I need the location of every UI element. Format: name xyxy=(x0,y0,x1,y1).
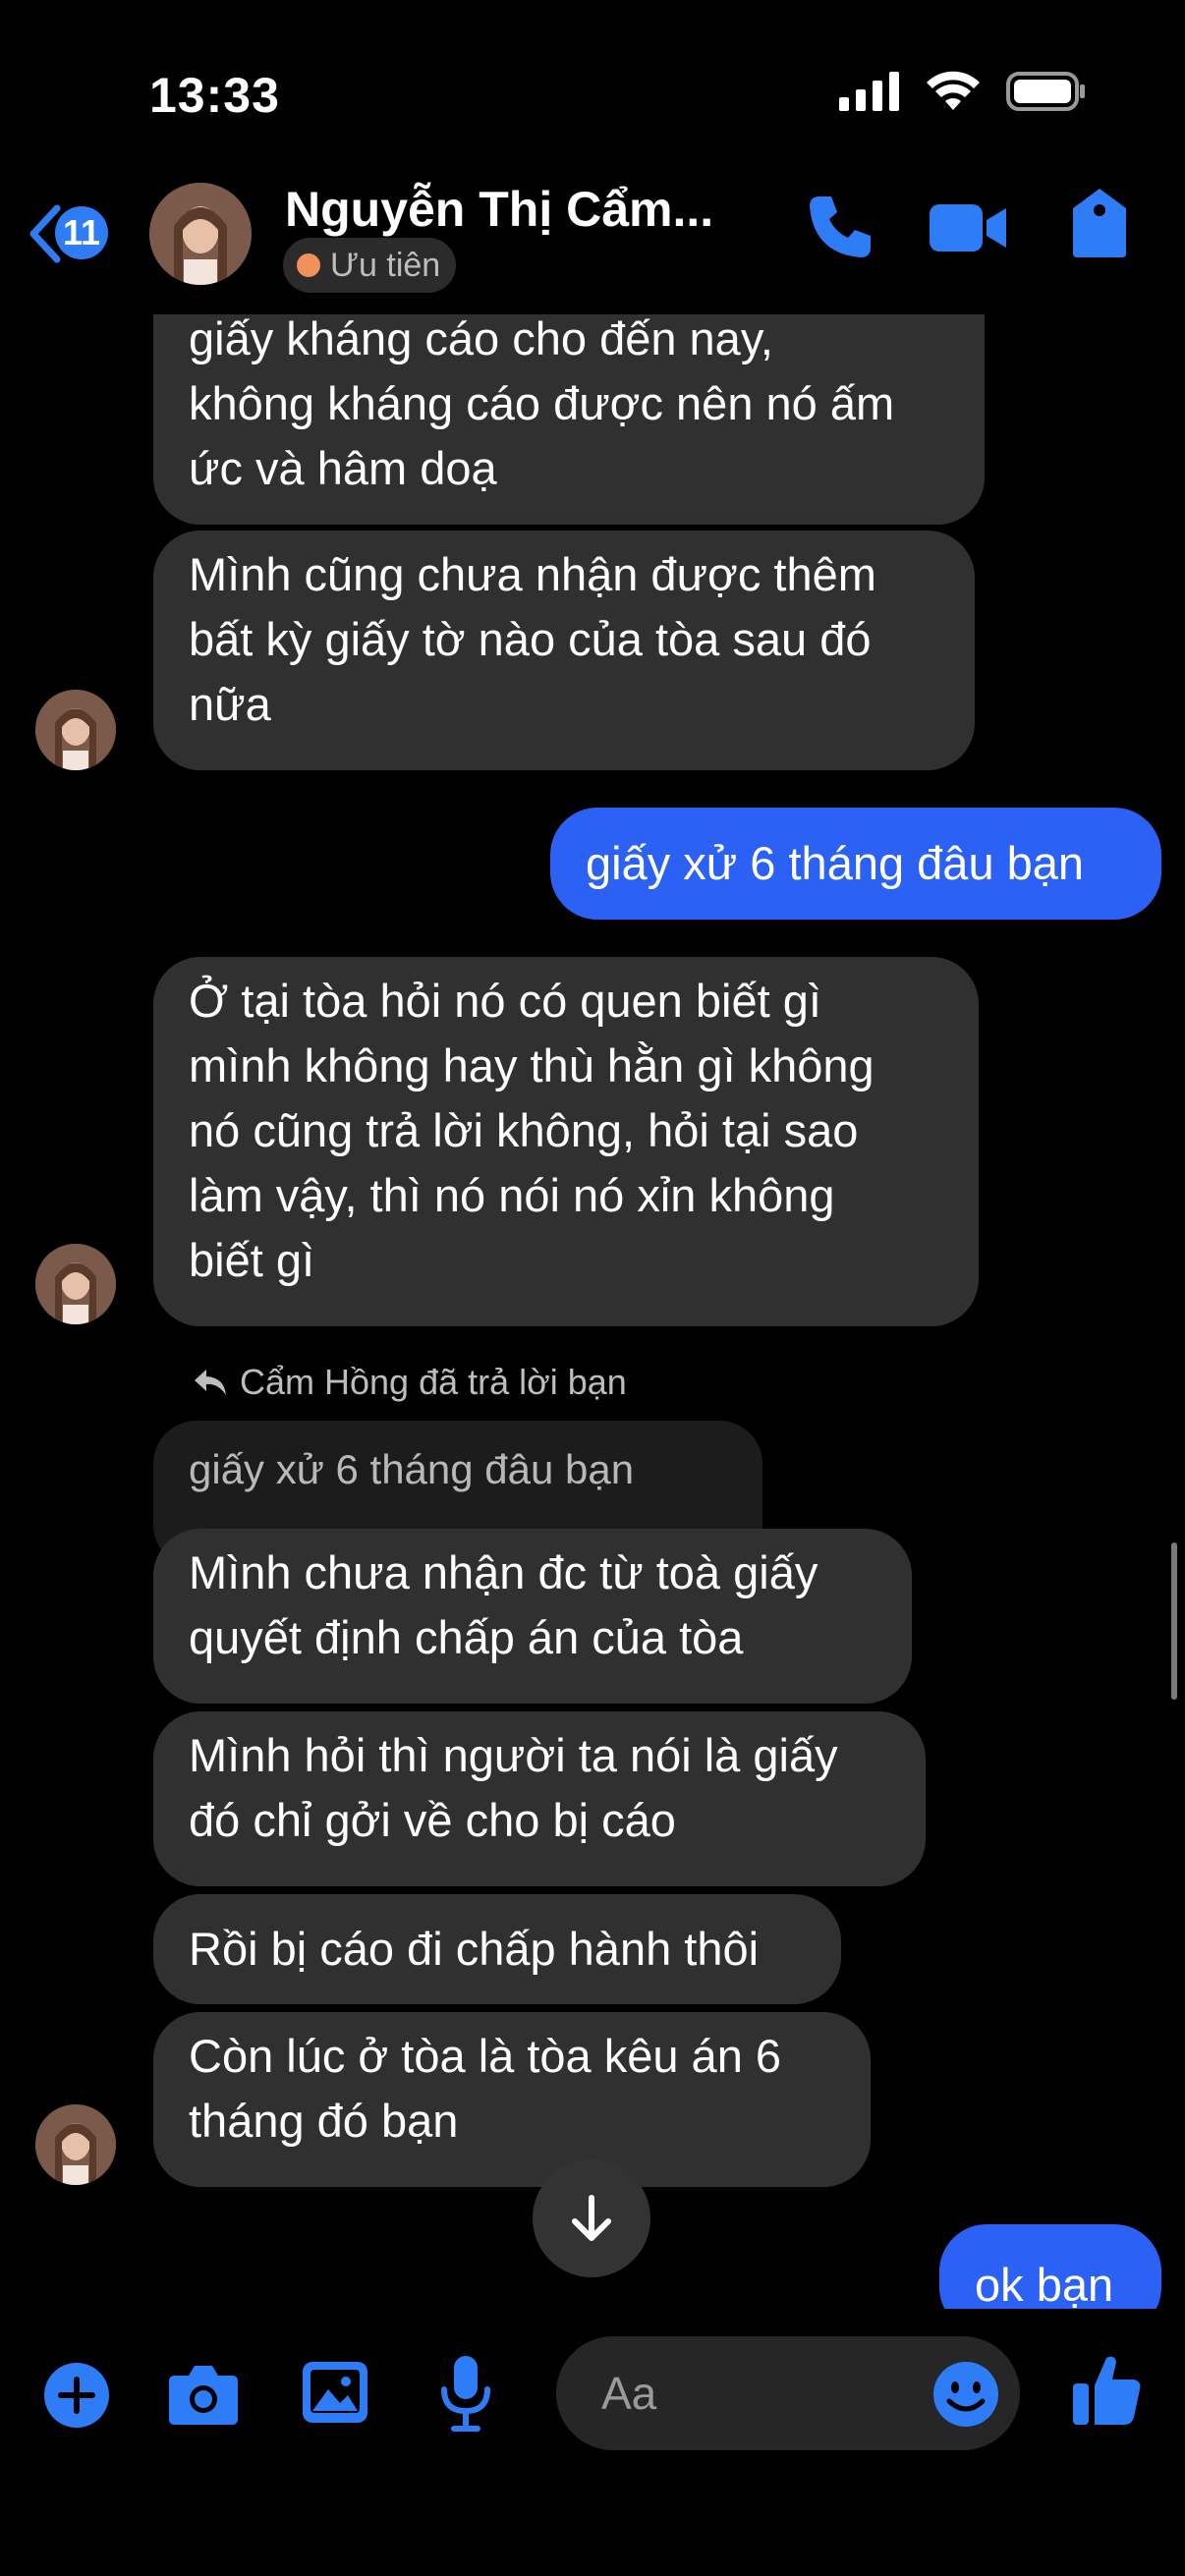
smiley-icon xyxy=(933,2362,998,2427)
message-text: Mình cũng chưa nhận được thêm bất kỳ giấ… xyxy=(189,548,876,730)
message-composer xyxy=(0,2309,1185,2576)
message-text: Còn lúc ở tòa là tòa kêu án 6 tháng đó b… xyxy=(189,2030,782,2147)
contact-avatar[interactable] xyxy=(35,690,116,770)
message-bubble-incoming[interactable]: Mình hỏi thì người ta nói là giấy đó chỉ… xyxy=(153,1711,926,1886)
video-camera-icon xyxy=(930,204,1006,252)
reply-note-text: Cẩm Hồng đã trả lời bạn xyxy=(240,1362,627,1402)
message-bubble-incoming[interactable]: Rồi bị cáo đi chấp hành thôi xyxy=(153,1894,841,2004)
unread-count-badge: 11 xyxy=(55,206,108,259)
message-text: Mình chưa nhận đc từ toà giấy quyết định… xyxy=(189,1546,818,1663)
contact-avatar[interactable] xyxy=(35,1244,116,1324)
cellular-signal-icon xyxy=(839,72,899,111)
microphone-icon xyxy=(441,2356,490,2432)
contact-avatar-header[interactable] xyxy=(149,183,252,285)
message-text: Rồi bị cáo đi chấp hành thôi xyxy=(189,1923,760,1975)
tag-button[interactable] xyxy=(1071,187,1128,264)
reply-indicator: Cẩm Hồng đã trả lời bạn xyxy=(193,1362,627,1403)
voice-message-button[interactable] xyxy=(438,2354,493,2437)
image-icon xyxy=(303,2362,367,2423)
like-button[interactable] xyxy=(1071,2352,1142,2432)
message-bubble-incoming[interactable]: giấy kháng cáo cho đến nay, không kháng … xyxy=(153,295,985,525)
reply-arrow-icon xyxy=(195,1370,226,1395)
quoted-text: giấy xử 6 tháng đâu bạn xyxy=(189,1446,635,1492)
emoji-button[interactable] xyxy=(931,2360,1000,2434)
message-bubble-incoming[interactable]: Mình cũng chưa nhận được thêm bất kỳ giấ… xyxy=(153,531,975,770)
thumbs-up-icon xyxy=(1073,2356,1141,2425)
priority-badge: Ưu tiên xyxy=(283,238,457,293)
add-button[interactable] xyxy=(43,2362,110,2434)
voice-call-button[interactable] xyxy=(806,193,875,266)
back-button[interactable]: 11 xyxy=(26,204,108,263)
plus-circle-icon xyxy=(44,2363,109,2428)
message-text: giấy xử 6 tháng đâu bạn xyxy=(586,837,1085,889)
message-bubble-incoming[interactable]: Ở tại tòa hỏi nó có quen biết gì mình kh… xyxy=(153,957,979,1326)
gallery-button[interactable] xyxy=(301,2360,369,2430)
status-time: 13:33 xyxy=(149,68,280,123)
status-icons xyxy=(839,71,1087,112)
tag-icon xyxy=(1073,189,1126,257)
priority-dot-icon xyxy=(297,253,320,277)
message-text: giấy kháng cáo cho đến nay, không kháng … xyxy=(189,312,895,494)
message-bubble-incoming[interactable]: Còn lúc ở tòa là tòa kêu án 6 tháng đó b… xyxy=(153,2012,871,2187)
contact-avatar[interactable] xyxy=(35,2104,116,2185)
camera-button[interactable] xyxy=(167,2364,240,2432)
scroll-to-bottom-button[interactable] xyxy=(533,2159,650,2277)
message-text: Mình hỏi thì người ta nói là giấy đó chỉ… xyxy=(189,1729,838,1846)
phone-icon xyxy=(810,196,871,257)
scrollbar[interactable] xyxy=(1171,1542,1177,1700)
arrow-down-icon xyxy=(572,2195,611,2241)
message-bubble-incoming[interactable]: Mình chưa nhận đc từ toà giấy quyết định… xyxy=(153,1529,912,1704)
contact-name[interactable]: Nguyễn Thị Cẩm... xyxy=(285,181,713,238)
battery-icon xyxy=(1006,72,1085,111)
video-call-button[interactable] xyxy=(930,200,1008,260)
chat-header: 11 Nguyễn Thị Cẩm... Ưu tiên xyxy=(0,167,1185,314)
message-text: Ở tại tòa hỏi nó có quen biết gì mình kh… xyxy=(189,975,875,1286)
priority-label: Ưu tiên xyxy=(330,247,441,284)
messenger-chat-screen: 13:33 giấy kháng cáo cho đến nay, không … xyxy=(0,0,1185,2576)
wifi-icon xyxy=(927,71,980,110)
camera-icon xyxy=(169,2366,238,2425)
message-bubble-outgoing[interactable]: giấy xử 6 tháng đâu bạn xyxy=(550,808,1161,920)
